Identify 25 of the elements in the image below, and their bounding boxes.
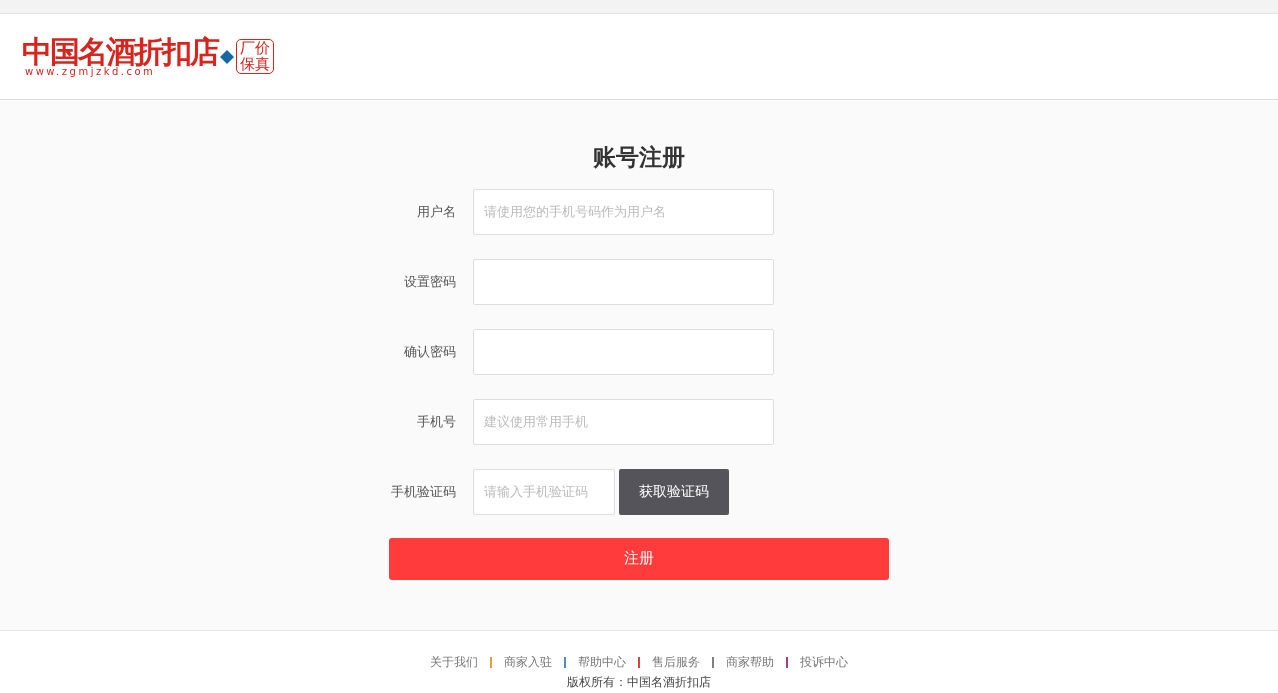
logo-wordmark[interactable]: 中国名酒折扣店 www.zgmjzkd.com (22, 36, 218, 77)
register-button[interactable]: 注册 (389, 537, 889, 580)
password-field[interactable] (472, 258, 774, 305)
footer-link[interactable]: 关于我们 (430, 653, 478, 671)
code-field[interactable]: 请输入手机验证码 (472, 468, 615, 515)
logo-text: 中国名酒折扣店 (22, 36, 218, 67)
input-field[interactable]: 请使用您的手机号码作为用户名 (472, 188, 774, 235)
footer-link[interactable]: 帮助中心 (578, 653, 626, 671)
logo-stamp: 厂价 保真 (236, 38, 274, 75)
logo-url: www.zgmjzkd.com (25, 66, 156, 77)
footer-link[interactable]: 售后服务 (652, 653, 700, 671)
form-title: 账号注册 (593, 143, 685, 172)
copyright-text: 版权所有：中国名酒折扣店 (566, 674, 712, 691)
diamond-icon (219, 48, 235, 65)
field-label: 手机验证码 (389, 482, 457, 501)
field-label: 设置密码 (402, 272, 457, 291)
input-field[interactable]: 建议使用常用手机 (472, 398, 774, 445)
footer-link[interactable]: 投诉中心 (800, 653, 848, 671)
footer-link[interactable]: 商家入驻 (504, 653, 552, 671)
footer-link[interactable]: 商家帮助 (726, 653, 774, 671)
field-label: 用户名 (415, 202, 457, 221)
password-field[interactable] (472, 328, 774, 375)
field-label: 手机号 (415, 412, 457, 431)
field-label: 确认密码 (402, 342, 457, 361)
get-code-button[interactable]: 获取验证码 (618, 468, 729, 515)
